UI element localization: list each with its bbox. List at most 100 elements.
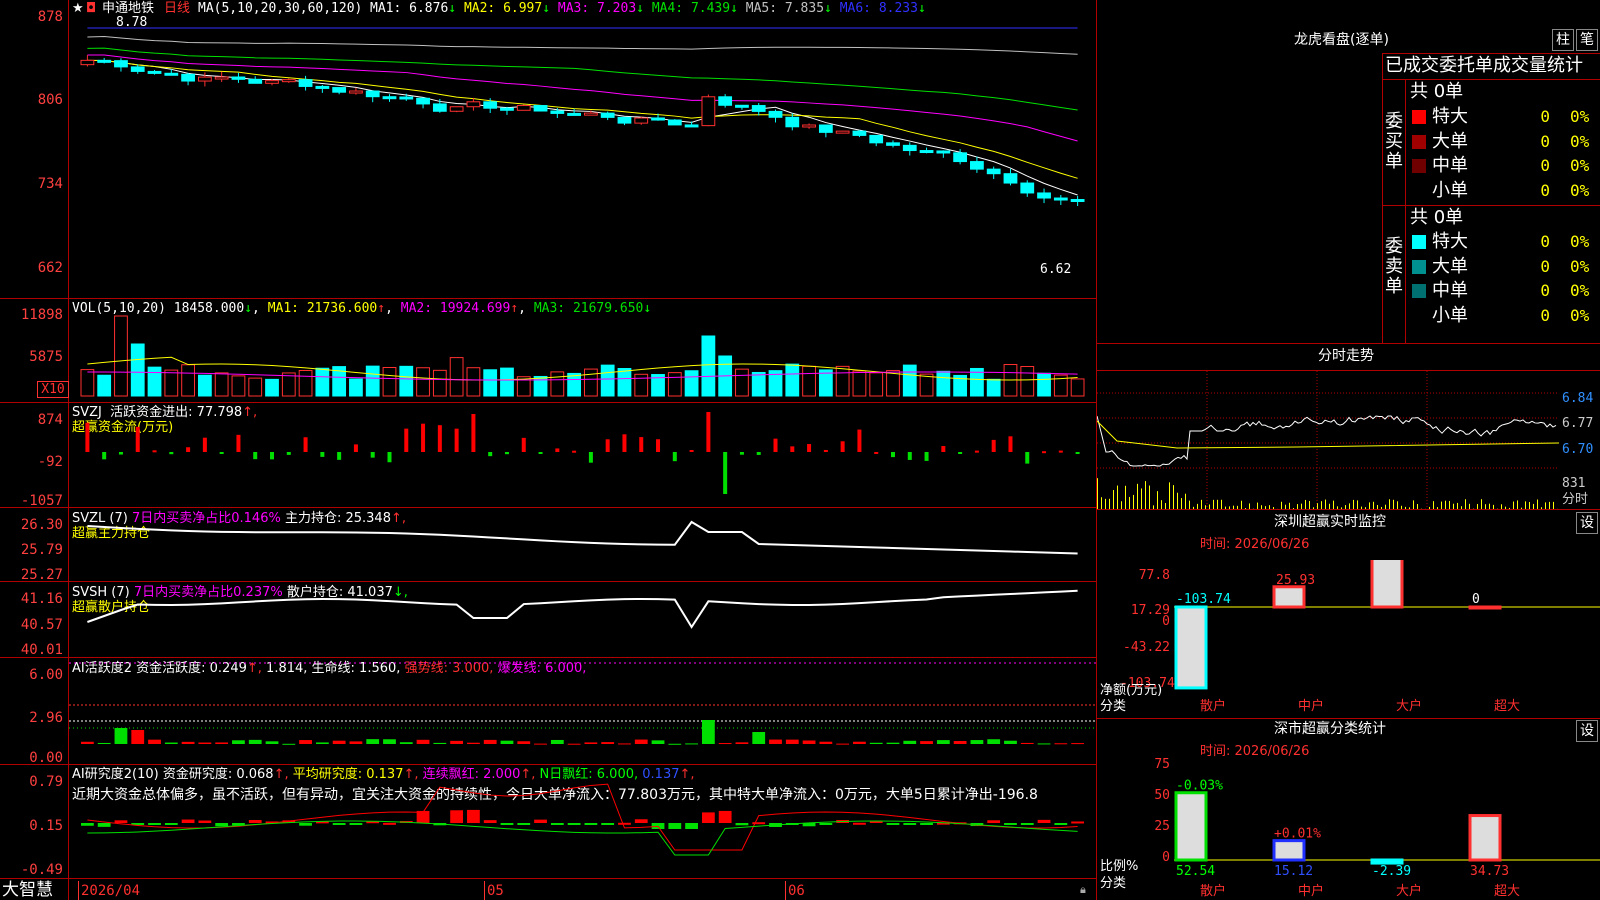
activity-bar — [567, 743, 581, 745]
volume-chart[interactable] — [69, 314, 1096, 398]
volume-bar — [902, 364, 917, 397]
candle — [181, 73, 195, 82]
color-swatch — [1412, 159, 1426, 173]
flow-bar — [488, 452, 493, 457]
candlestick-chart[interactable] — [69, 14, 1096, 298]
buy-total: 共 0单 — [1410, 81, 1464, 102]
szc-settings-button[interactable]: 设 — [1576, 720, 1598, 742]
sz-settings-button[interactable]: 设 — [1576, 512, 1598, 534]
minute-chart[interactable] — [1097, 371, 1559, 509]
research-bar — [467, 809, 480, 823]
minute-volume-bar — [1545, 502, 1546, 509]
flow-bar — [270, 452, 275, 460]
sz-net-bar-chart[interactable]: -103.7425.9377.80 — [1174, 560, 1600, 710]
flow-bar — [991, 439, 996, 452]
minute-volume-bar — [1549, 501, 1550, 509]
volume-bar — [869, 372, 884, 397]
minute-volume-bar — [1137, 483, 1138, 509]
flow-bar — [471, 414, 476, 452]
main-holding-chart[interactable] — [69, 508, 1096, 581]
activity-bar — [936, 740, 950, 744]
svzl-axis-3: 25.27 — [20, 567, 63, 583]
activity-chart[interactable] — [69, 658, 1096, 764]
activity-bar — [383, 739, 396, 744]
candle — [970, 161, 984, 170]
ratio-value-label: 15.12 — [1274, 864, 1313, 879]
minute-volume-bar — [1525, 501, 1526, 509]
volume-bar — [298, 369, 313, 397]
retail-holding-line — [87, 589, 1078, 629]
price-axis-1: 878 — [37, 9, 63, 25]
candle — [416, 97, 430, 105]
activity-bar — [634, 739, 648, 744]
research-chart[interactable] — [69, 765, 1096, 878]
flow-bar — [723, 452, 728, 494]
activity-bar — [601, 742, 615, 744]
minute-volume-bar — [1305, 499, 1306, 509]
activity-bar — [114, 728, 128, 744]
activity-bar — [903, 740, 917, 744]
minute-volume-bar — [1433, 501, 1434, 509]
research-bar — [886, 823, 900, 825]
candle — [432, 103, 447, 112]
research-bar — [299, 823, 312, 826]
research-bar — [601, 823, 615, 825]
minute-volume-bar — [1325, 499, 1326, 509]
minute-volume-bar — [1105, 498, 1106, 509]
research-bar — [701, 812, 715, 823]
candle — [164, 72, 179, 76]
value-bar — [1370, 858, 1404, 865]
minute-volume-bar — [1413, 500, 1414, 509]
flow-bar — [202, 437, 207, 452]
volume-bar — [852, 370, 867, 397]
activity-bar — [785, 739, 799, 744]
retail-holding-chart[interactable] — [69, 582, 1096, 657]
change-label: +0.01% — [1274, 827, 1321, 842]
order-stat-row: 大单 0 0% — [1410, 130, 1600, 154]
date-label-2: 05 — [487, 883, 504, 899]
activity-bar — [500, 740, 514, 744]
research-bar — [500, 823, 514, 825]
sz-category-label: 超大 — [1494, 699, 1521, 714]
flow-bar — [353, 444, 358, 452]
row-pct: 0% — [1570, 131, 1590, 151]
volume-bar — [584, 368, 598, 397]
bar-mode-button[interactable]: 柱 — [1552, 29, 1574, 51]
row-name: 特大 — [1432, 231, 1468, 252]
minute-volume-bar — [1201, 499, 1202, 509]
volume-bar — [550, 371, 565, 397]
activity-bar — [315, 742, 329, 744]
flow-bar — [857, 429, 862, 452]
row-count: 0 — [1540, 156, 1550, 175]
flow-bar — [437, 425, 442, 452]
flow-bar — [907, 452, 912, 460]
color-swatch — [1412, 284, 1426, 298]
szc-ratio-bar-chart[interactable]: -0.03% +0.01% 52.54 15.12 -2.39 34.73 — [1174, 760, 1600, 880]
row-pct: 0% — [1570, 256, 1590, 276]
activity-bar — [970, 740, 984, 744]
candle — [768, 110, 783, 118]
research-bar — [450, 810, 464, 823]
tick-mode-button[interactable]: 笔 — [1576, 29, 1598, 51]
sell-total: 共 0单 — [1410, 207, 1464, 228]
minute-volume-bar — [1097, 478, 1098, 509]
minute-volume-bar — [1517, 500, 1518, 509]
flow-bar — [555, 448, 560, 452]
activity-bar — [550, 739, 564, 744]
volume-bar — [231, 375, 246, 397]
ma-line — [87, 54, 1078, 142]
candle — [298, 79, 313, 87]
lock-icon[interactable]: 🔒︎ — [1080, 882, 1086, 897]
flow-bar — [572, 450, 577, 453]
szc-category-label: 大户 — [1396, 884, 1423, 899]
flow-bar — [1008, 436, 1013, 452]
activity-bar — [1004, 740, 1017, 744]
row-name: 小单 — [1432, 304, 1468, 326]
candle — [953, 152, 968, 163]
activity-bar — [433, 742, 447, 744]
activity-bar — [752, 732, 766, 744]
candle — [231, 76, 246, 80]
volume-bar — [399, 365, 414, 397]
szc-category-label: 中户 — [1298, 884, 1325, 899]
capital-flow-chart[interactable] — [69, 403, 1096, 507]
